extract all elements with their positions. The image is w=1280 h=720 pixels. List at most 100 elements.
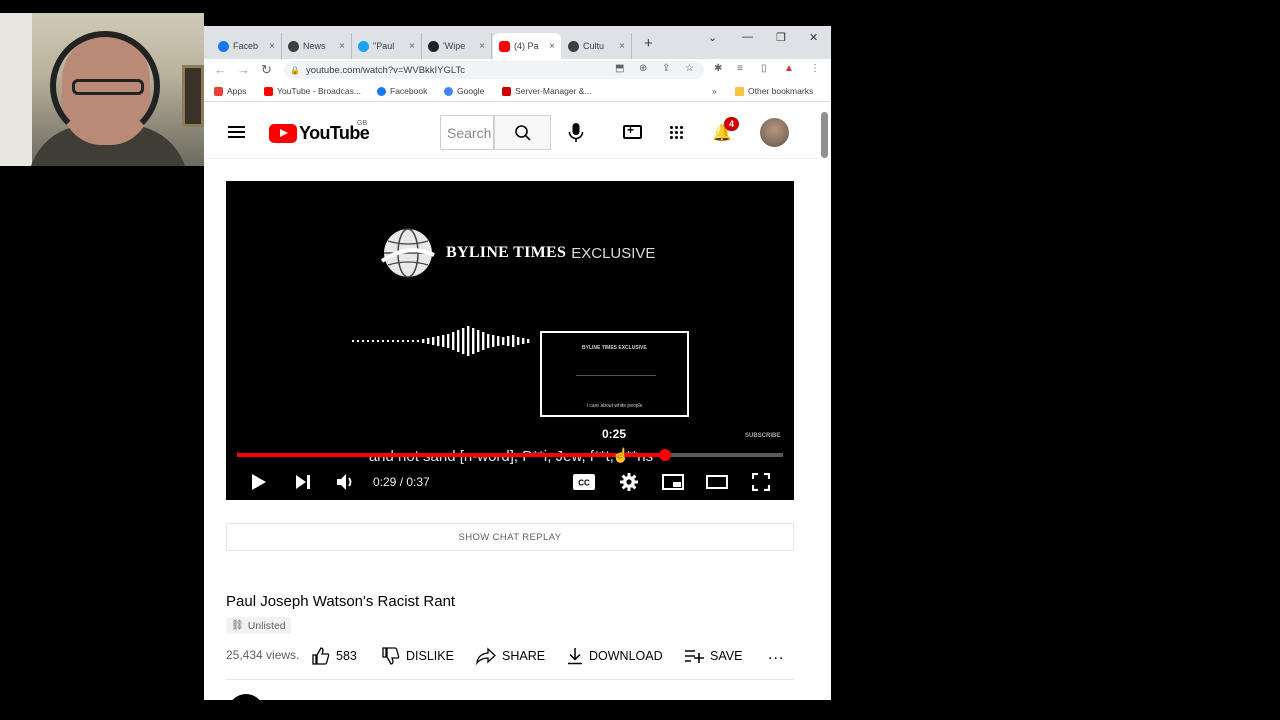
thumbs-up-icon	[312, 647, 330, 665]
create-video-icon[interactable]	[623, 123, 642, 139]
side-panel-icon[interactable]: ▯	[761, 63, 767, 74]
waveform-bar	[487, 334, 490, 348]
youtube-icon	[499, 40, 510, 52]
bookmark-server-manager[interactable]: Server-Manager &...	[502, 86, 592, 96]
like-button[interactable]: 583	[312, 646, 357, 666]
play-button[interactable]	[246, 464, 272, 500]
close-window-icon[interactable]: ✕	[809, 31, 818, 44]
search-button[interactable]	[494, 115, 551, 150]
facebook-icon	[218, 40, 229, 52]
bookmark-facebook[interactable]: Facebook	[377, 86, 427, 96]
show-chat-replay-button[interactable]: SHOW CHAT REPLAY	[226, 523, 794, 551]
youtube-header: YouTube GB Search 🔔 4	[204, 103, 819, 159]
waveform-bar	[362, 340, 364, 342]
close-tab-icon[interactable]: ×	[409, 41, 415, 52]
tab-culture[interactable]: Cultu ×	[562, 33, 632, 59]
video-player[interactable]: BYLINE TIMES EXCLUSIVE BYLINE TIMES EXCL…	[226, 181, 794, 500]
waveform-bar	[352, 340, 354, 342]
waveform-bar	[492, 335, 495, 347]
more-actions-icon[interactable]: ...	[768, 646, 784, 664]
youtube-logo[interactable]: YouTube	[269, 123, 370, 144]
waveform-bar	[482, 332, 485, 350]
minimize-icon[interactable]: —	[742, 31, 753, 43]
zoom-icon[interactable]: ⊕	[639, 63, 647, 74]
unlisted-badge: ⛓ Unlisted	[226, 617, 291, 634]
byline-exclusive-label: EXCLUSIVE	[571, 244, 656, 262]
fullscreen-button[interactable]	[748, 464, 774, 500]
tab-news[interactable]: News ×	[282, 33, 352, 59]
progress-scrubber-handle[interactable]	[659, 449, 672, 461]
site-icon	[428, 40, 439, 52]
profile-alert-icon[interactable]: ▲	[784, 63, 794, 74]
browser-window: Faceb × News × "Paul × 'Wipe × (4) Pa × …	[204, 26, 831, 700]
close-tab-icon[interactable]: ×	[549, 41, 555, 52]
tab-twitter[interactable]: "Paul ×	[352, 33, 422, 59]
screen: Faceb × News × "Paul × 'Wipe × (4) Pa × …	[0, 0, 1280, 720]
reading-list-icon[interactable]: ≡	[737, 63, 743, 74]
share-button[interactable]: SHARE	[476, 646, 545, 666]
menu-icon[interactable]	[228, 126, 245, 138]
close-tab-icon[interactable]: ×	[479, 41, 485, 52]
unlisted-label: Unlisted	[247, 619, 286, 632]
bookmark-youtube[interactable]: YouTube - Broadcas...	[264, 86, 361, 96]
bookmarks-overflow-icon[interactable]: »	[712, 86, 717, 96]
waveform-bar	[502, 337, 505, 345]
byline-times-title: BYLINE TIMES	[446, 244, 567, 261]
miniplayer-button[interactable]	[660, 464, 686, 500]
tab-wipe[interactable]: 'Wipe ×	[422, 33, 492, 59]
youtube-play-logo-icon	[269, 124, 297, 143]
bookmark-label: YouTube - Broadcas...	[277, 86, 361, 96]
apps-grid-icon	[214, 86, 223, 96]
settings-button[interactable]	[616, 464, 642, 500]
audio-waveform	[352, 326, 530, 356]
close-tab-icon[interactable]: ×	[339, 41, 345, 52]
webcam-glasses	[72, 79, 144, 95]
other-bookmarks[interactable]: Other bookmarks	[735, 86, 813, 96]
dislike-button[interactable]: DISLIKE	[382, 646, 454, 666]
next-icon	[296, 475, 310, 489]
theater-mode-button[interactable]	[704, 464, 730, 500]
subtitles-button[interactable]: CC	[571, 464, 597, 500]
scrollbar-track[interactable]	[819, 103, 831, 700]
save-button[interactable]: SAVE	[684, 646, 742, 666]
search-input[interactable]: Search	[440, 115, 494, 150]
tab-youtube-active[interactable]: (4) Pa ×	[493, 33, 561, 59]
close-tab-icon[interactable]: ×	[269, 41, 275, 52]
tab-label: Cultu	[583, 41, 605, 51]
link-icon: ⛓	[231, 620, 244, 631]
restore-icon[interactable]: ❐	[776, 31, 786, 44]
waveform-bar	[367, 340, 369, 342]
youtube-apps-icon[interactable]	[669, 125, 683, 139]
view-count: 25,434 views.	[226, 648, 300, 662]
progress-bar[interactable]	[237, 449, 783, 461]
next-button[interactable]	[292, 464, 314, 500]
bookmark-label: Facebook	[390, 86, 428, 96]
waveform-bar	[517, 337, 520, 345]
bookmark-star-icon[interactable]: ☆	[685, 63, 694, 74]
lock-icon: 🔒	[290, 65, 300, 75]
waveform-bar	[472, 328, 475, 354]
tab-facebook[interactable]: Faceb ×	[212, 33, 282, 59]
bookmark-apps[interactable]: Apps	[214, 86, 246, 96]
back-icon[interactable]: ←	[214, 62, 227, 77]
bookmark-google[interactable]: Google	[444, 86, 484, 96]
new-tab-button[interactable]: +	[644, 35, 653, 52]
waveform-bar	[477, 330, 480, 352]
scrollbar-thumb[interactable]	[821, 112, 828, 158]
tab-label: 'Wipe	[443, 41, 466, 51]
download-button[interactable]: DOWNLOAD	[567, 646, 663, 666]
avatar[interactable]	[760, 118, 789, 147]
gear-icon	[620, 473, 638, 491]
forward-icon[interactable]: →	[237, 62, 250, 77]
tab-search-icon[interactable]: ⌄	[708, 31, 717, 44]
microphone-icon[interactable]	[566, 121, 586, 145]
share-page-icon[interactable]: ⇪	[662, 63, 670, 74]
waveform-bar	[427, 338, 430, 344]
volume-button[interactable]	[334, 464, 358, 500]
channel-avatar[interactable]	[228, 694, 264, 700]
install-icon[interactable]: ⬒	[615, 63, 624, 74]
browser-menu-icon[interactable]: ⋮	[810, 63, 820, 74]
reload-icon[interactable]: ↻	[261, 62, 272, 78]
close-tab-icon[interactable]: ×	[619, 41, 625, 52]
extensions-icon[interactable]: ✱	[714, 63, 722, 74]
